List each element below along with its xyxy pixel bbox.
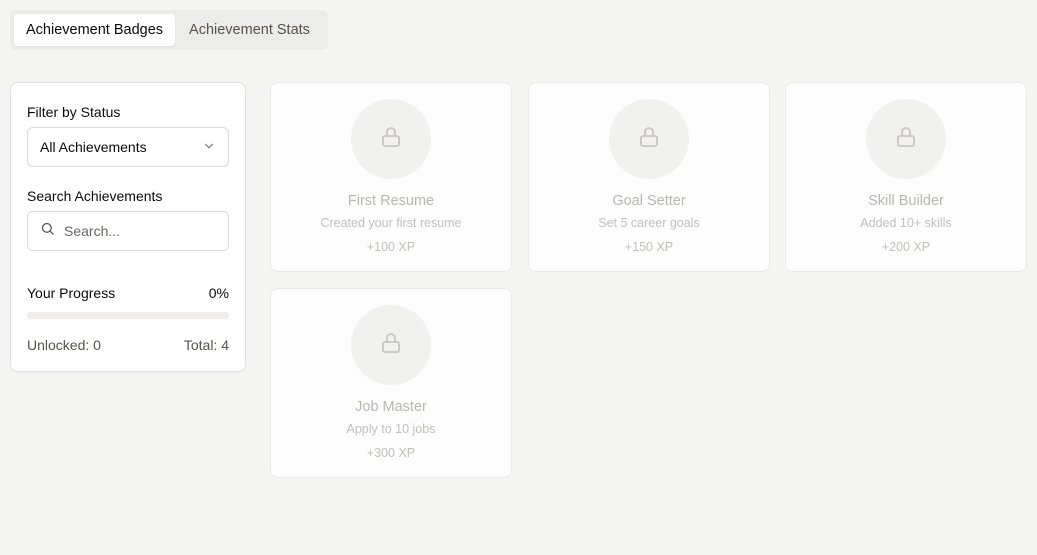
lock-icon xyxy=(379,125,403,154)
progress-label: Your Progress xyxy=(27,285,116,301)
achievement-description: Added 10+ skills xyxy=(860,216,952,230)
achievement-card[interactable]: First Resume Created your first resume +… xyxy=(270,82,512,272)
progress-footer: Unlocked: 0 Total: 4 xyxy=(27,337,229,353)
filter-sidebar: Filter by Status All Achievements Search… xyxy=(10,82,246,372)
achievement-xp: +150 XP xyxy=(624,240,674,254)
achievement-title: Goal Setter xyxy=(612,193,686,209)
status-filter-select[interactable]: All Achievements xyxy=(27,127,229,167)
progress-percent: 0% xyxy=(208,285,229,301)
achievement-xp: +100 XP xyxy=(366,240,416,254)
total-count: Total: 4 xyxy=(183,337,229,353)
achievement-card[interactable]: Skill Builder Added 10+ skills +200 XP xyxy=(785,82,1027,272)
achievement-xp: +200 XP xyxy=(881,240,931,254)
achievement-title: Skill Builder xyxy=(868,193,944,209)
achievement-xp: +300 XP xyxy=(366,446,416,460)
search-input[interactable] xyxy=(64,223,214,239)
progress-header: Your Progress 0% xyxy=(27,285,229,301)
achievement-title: Job Master xyxy=(355,399,427,415)
achievement-description: Apply to 10 jobs xyxy=(346,422,436,436)
tab-achievement-stats[interactable]: Achievement Stats xyxy=(177,14,322,46)
tab-list: Achievement Badges Achievement Stats xyxy=(10,10,328,50)
app-root: Achievement Badges Achievement Stats Fil… xyxy=(0,0,1037,555)
unlocked-count: Unlocked: 0 xyxy=(27,337,101,353)
search-label: Search Achievements xyxy=(27,188,163,204)
badge-circle xyxy=(351,99,431,179)
lock-icon xyxy=(637,125,661,154)
achievement-description: Created your first resume xyxy=(320,216,462,230)
chevron-down-icon xyxy=(202,139,216,156)
achievement-title: First Resume xyxy=(347,193,435,209)
achievement-description: Set 5 career goals xyxy=(598,216,700,230)
lock-icon xyxy=(894,125,918,154)
badge-circle xyxy=(351,305,431,385)
badge-circle xyxy=(609,99,689,179)
achievement-card[interactable]: Goal Setter Set 5 career goals +150 XP xyxy=(528,82,770,272)
filter-label: Filter by Status xyxy=(27,104,121,120)
search-icon xyxy=(40,221,55,241)
lock-icon xyxy=(379,331,403,360)
progress-bar xyxy=(27,312,229,319)
badge-circle xyxy=(866,99,946,179)
search-box xyxy=(27,211,229,251)
achievement-card[interactable]: Job Master Apply to 10 jobs +300 XP xyxy=(270,288,512,478)
tab-achievement-badges[interactable]: Achievement Badges xyxy=(14,14,176,46)
status-filter-value: All Achievements xyxy=(40,139,147,155)
